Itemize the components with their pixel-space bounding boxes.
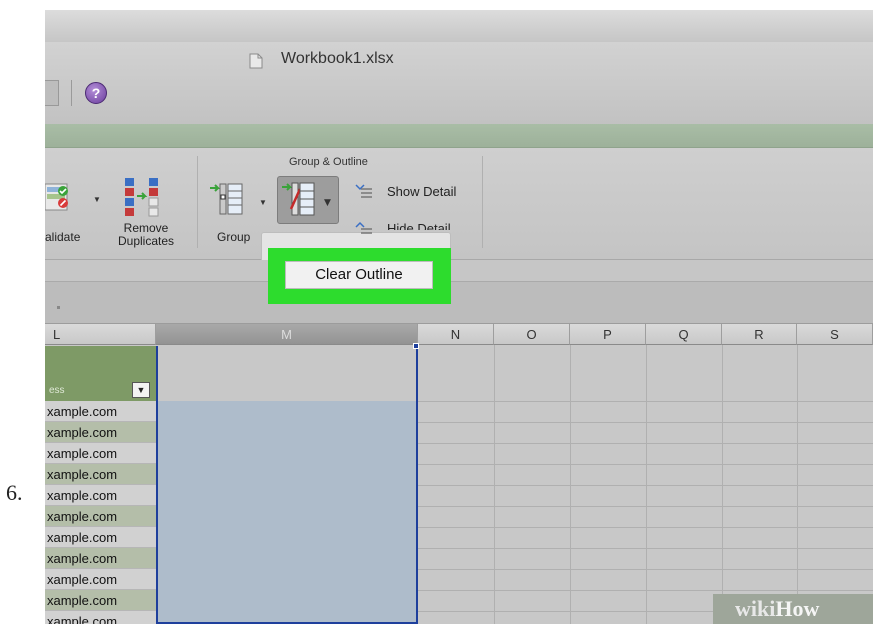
table-cell[interactable]: xample.com xyxy=(45,506,156,527)
selection-handle[interactable] xyxy=(413,343,419,349)
toolbar-button-partial[interactable] xyxy=(45,80,59,106)
svg-text:▼: ▼ xyxy=(324,198,331,208)
toolbar-band xyxy=(45,42,873,124)
show-detail-button[interactable]: Show Detail xyxy=(387,184,456,199)
document-icon xyxy=(249,53,263,69)
excel-window: ? Workbook1.xlsx Group & Outline ▼ alida… xyxy=(45,10,873,624)
help-button[interactable]: ? xyxy=(85,82,107,104)
column-header-r[interactable]: R xyxy=(722,324,797,345)
ribbon-tab-strip xyxy=(45,124,873,148)
remove-duplicates-label[interactable]: Remove Duplicates xyxy=(117,222,175,248)
column-header-p[interactable]: P xyxy=(570,324,646,345)
table-cell[interactable]: xample.com xyxy=(45,569,156,590)
table-cell[interactable]: xample.com xyxy=(45,443,156,464)
ribbon-group-separator xyxy=(197,156,198,248)
table-cell[interactable]: xample.com xyxy=(45,527,156,548)
column-header-l[interactable]: L xyxy=(45,324,156,345)
watermark-how: How xyxy=(775,596,820,621)
ungroup-icon: ▼ xyxy=(282,182,331,216)
validate-label: alidate xyxy=(45,230,81,244)
toolbar-separator xyxy=(71,80,72,106)
wikihow-watermark: wikiHow xyxy=(713,594,873,624)
table-cell[interactable]: xample.com xyxy=(45,590,156,611)
column-header-s[interactable]: S xyxy=(797,324,873,345)
remove-duplicates-line-1: Remove xyxy=(123,221,169,235)
group-dropdown-icon[interactable]: ▼ xyxy=(259,198,267,207)
column-header-m[interactable]: M xyxy=(156,324,418,345)
clear-outline-menu-item[interactable]: Clear Outline xyxy=(285,261,433,289)
watermark-wiki: wiki xyxy=(735,596,776,621)
step-number: 6. xyxy=(6,480,23,505)
band-marker xyxy=(57,306,60,309)
column-header-n[interactable]: N xyxy=(418,324,494,345)
table-header-label: ess xyxy=(49,385,65,396)
group-label: Group xyxy=(217,230,251,244)
validate-dropdown-icon[interactable]: ▼ xyxy=(93,195,101,204)
table-cell[interactable]: xample.com xyxy=(45,611,156,624)
remove-duplicates-icon[interactable] xyxy=(123,176,163,220)
group-icon[interactable] xyxy=(208,180,248,220)
column-header-o[interactable]: O xyxy=(494,324,570,345)
remove-duplicates-line-2: Duplicates xyxy=(117,234,175,248)
table-cell[interactable]: xample.com xyxy=(45,464,156,485)
formula-bar xyxy=(45,260,873,282)
column-header-q[interactable]: Q xyxy=(646,324,722,345)
window-top-bar xyxy=(45,10,873,42)
ribbon-group-separator xyxy=(482,156,483,248)
sheet-header-band xyxy=(45,282,873,324)
ungroup-button[interactable]: ▼ xyxy=(277,176,339,224)
table-cell[interactable]: xample.com xyxy=(45,422,156,443)
validate-icon[interactable] xyxy=(45,180,81,216)
active-cell[interactable] xyxy=(158,346,416,401)
table-cell[interactable]: xample.com xyxy=(45,485,156,506)
window-title: Workbook1.xlsx xyxy=(281,50,394,67)
hide-detail-icon[interactable] xyxy=(355,221,373,235)
show-detail-icon[interactable] xyxy=(355,183,373,199)
table-cell[interactable]: xample.com xyxy=(45,401,156,422)
table-cell[interactable]: xample.com xyxy=(45,548,156,569)
filter-dropdown-button[interactable]: ▼ xyxy=(132,382,150,398)
group-outline-title: Group & Outline xyxy=(289,156,368,168)
